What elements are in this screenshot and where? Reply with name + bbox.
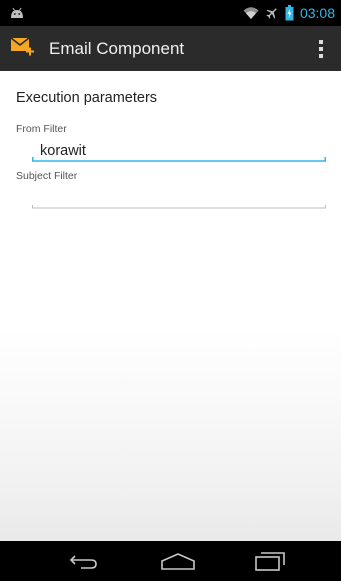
overflow-menu-dot	[319, 54, 323, 58]
email-add-icon[interactable]	[10, 36, 36, 60]
wifi-icon	[243, 6, 259, 20]
airplane-icon	[265, 6, 279, 20]
app-title: Email Component	[49, 39, 185, 58]
from-filter-label: From Filter	[16, 123, 67, 135]
navigation-bar	[0, 541, 341, 581]
from-filter-underline	[32, 157, 326, 162]
section-title: Execution parameters	[16, 90, 158, 106]
recent-apps-button[interactable]	[240, 541, 300, 581]
home-button[interactable]	[148, 541, 208, 581]
subject-filter-underline	[32, 205, 326, 209]
subject-filter-label: Subject Filter	[16, 170, 78, 182]
status-bar: 03:08	[0, 0, 341, 26]
clock: 03:08	[299, 5, 335, 21]
overflow-menu-icon	[319, 40, 323, 44]
back-button[interactable]	[54, 541, 114, 581]
home-icon	[161, 553, 195, 570]
status-icons: 03:08	[243, 4, 335, 22]
back-icon	[69, 555, 97, 569]
android-icon	[10, 6, 24, 18]
screen: 03:08 Email Component Execution paramete…	[0, 0, 341, 581]
action-bar: Email Component	[0, 26, 341, 71]
overflow-menu-button[interactable]	[313, 36, 329, 62]
recent-apps-icon	[255, 552, 285, 571]
overflow-menu-dot	[319, 47, 323, 51]
battery-charging-icon	[285, 5, 294, 21]
